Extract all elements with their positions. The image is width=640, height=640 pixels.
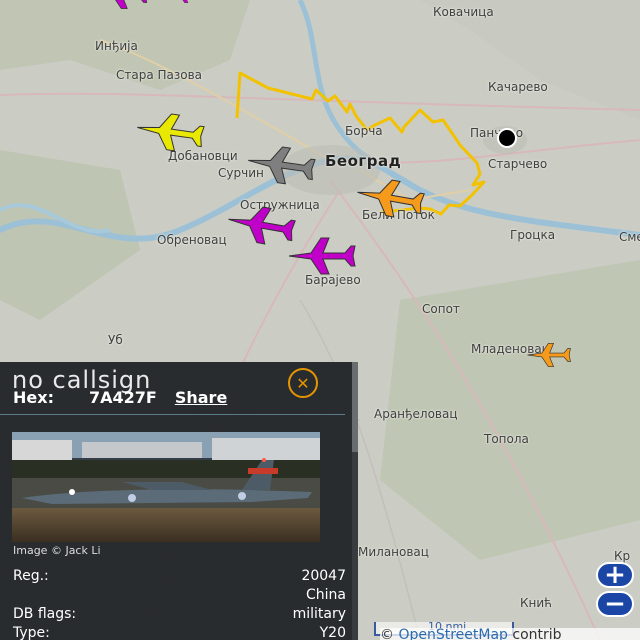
detail-row: Reg.: 20047 [13,568,346,587]
hex-label: Hex: [13,388,54,407]
close-icon[interactable]: ✕ [288,368,318,398]
panel-scrollbar[interactable] [352,362,358,640]
attribution-prefix: © [380,628,399,640]
zoom-out-button[interactable]: − [596,589,634,619]
place-label: Гроцка [510,228,556,242]
place-label: Кнић [520,596,552,610]
place-label: Аранђеловац [374,407,458,421]
map-attribution: © OpenStreetMap contrib [380,628,640,640]
scrollbar-thumb[interactable] [352,362,358,452]
place-label: Обреновац [157,233,227,247]
detail-value: China [306,587,346,603]
place-label: Смед [619,230,640,244]
aircraft-icon[interactable] [92,0,152,10]
place-label: Београд [325,152,402,170]
hex-row: Hex: 7A427F Share [13,388,227,407]
place-label: Ковачица [433,5,494,19]
place-label: Качарево [488,80,548,94]
detail-row: Type: Y20 [13,625,346,640]
details-table: Reg.: 20047 China DB flags: military Type:… [13,568,346,640]
share-link[interactable]: Share [175,388,227,407]
detail-key: DB flags: [13,606,77,622]
place-label: Старчево [488,157,548,171]
osm-link[interactable]: OpenStreetMap [398,628,507,640]
panel-divider [0,414,345,415]
detail-row: DB flags: military [13,606,346,625]
aircraft-photo[interactable] [12,432,320,542]
aircraft-icon[interactable] [521,342,577,368]
attribution-suffix: contrib [507,628,562,640]
image-credit: Image © Jack Li [13,544,101,557]
place-label: Милановац [358,545,429,559]
detail-value: military [292,606,346,622]
detail-row: China [13,587,346,606]
place-label: Инђија [95,39,138,53]
detail-value: 20047 [301,568,346,584]
place-label: Стара Пазова [116,68,203,82]
detail-value: Y20 [319,625,346,640]
place-label: Уб [108,333,123,347]
place-label: Топола [484,432,529,446]
aircraft-icon[interactable] [170,0,200,8]
place-label: Борча [345,124,383,138]
hex-value: 7A427F [89,388,157,407]
detail-key: Type: [13,625,50,640]
location-marker[interactable] [497,128,517,148]
zoom-in-button[interactable]: + [596,560,634,590]
detail-key: Reg.: [13,568,49,584]
place-label: Сопот [422,302,460,316]
aircraft-icon[interactable] [287,236,357,276]
aircraft-info-panel: no callsign ✕ Hex: 7A427F Share Image © Ja [0,362,358,640]
